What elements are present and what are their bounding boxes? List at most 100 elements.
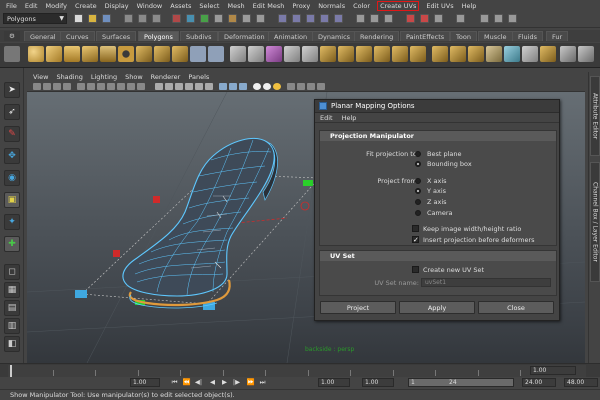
sidebar-toggle-icon[interactable] [480,14,489,23]
tool-settings-toggle-icon[interactable] [508,14,517,23]
smooth-shade-icon[interactable] [165,83,173,90]
shelf-options-icon[interactable] [4,46,20,62]
select-dynamics-icon[interactable] [242,14,251,23]
poly-cone-icon[interactable] [82,46,98,62]
shadows-icon[interactable] [239,83,247,90]
shelf-tab-fluids[interactable]: Fluids [512,31,543,41]
camera-select-icon[interactable] [33,83,41,90]
menu-create[interactable]: Create [75,2,97,10]
universal-manipulator-icon[interactable]: ✦ [4,214,20,230]
shelf-tab-subdivs[interactable]: Subdivs [180,31,218,41]
layout-four-icon[interactable]: ▦ [4,282,20,298]
move-tool-icon[interactable]: ✥ [4,148,20,164]
range-start-field[interactable]: 1.00 [318,378,350,387]
project-z-axis-radio[interactable] [415,199,421,205]
bridge-icon[interactable] [338,46,354,62]
ipr-render-icon[interactable] [420,14,429,23]
menu-display[interactable]: Display [105,2,129,10]
poly-torus-icon[interactable] [118,46,134,62]
select-curves-icon[interactable] [200,14,209,23]
open-scene-icon[interactable] [88,14,97,23]
go-to-end-icon[interactable]: ⏭ [258,378,267,387]
start-time-field[interactable]: 1.00 [130,378,160,387]
sculpt-geometry-icon[interactable] [560,46,576,62]
shelf-tab-toon[interactable]: Toon [450,31,477,41]
shelf-tab-rendering[interactable]: Rendering [354,31,400,41]
dialog-menu-help[interactable]: Help [342,114,357,122]
construction-history-icon[interactable] [384,14,393,23]
select-by-object-icon[interactable] [138,14,147,23]
combine-icon[interactable] [230,46,246,62]
snap-point-icon[interactable] [306,14,315,23]
shelf-tab-curves[interactable]: Curves [60,31,95,41]
offset-edge-loop-icon[interactable] [410,46,426,62]
apply-button[interactable]: Apply [399,301,475,314]
use-all-lights-icon[interactable] [229,83,237,90]
menu-edit-uvs[interactable]: Edit UVs [426,2,453,10]
current-time-marker[interactable] [10,365,12,377]
project-y-axis-radio[interactable] [415,188,421,194]
poly-helix-icon[interactable] [190,46,206,62]
shelf-tab-deformation[interactable]: Deformation [218,31,271,41]
viewport-menu-shading[interactable]: Shading [56,73,82,81]
project-camera-radio[interactable] [415,210,421,216]
append-polygon-icon[interactable] [356,46,372,62]
tab-attribute-editor[interactable]: Attribute Editor [590,76,600,156]
create-uv-set-checkbox[interactable] [412,266,419,273]
lasso-tool-icon[interactable]: ➶ [4,104,20,120]
poly-cube-icon[interactable] [46,46,62,62]
shelf-tab-animation[interactable]: Animation [268,31,314,41]
menu-set-dropdown[interactable]: Polygons ▼ [3,13,67,24]
shelf-tab-muscle[interactable]: Muscle [478,31,513,41]
menu-normals[interactable]: Normals [318,2,345,10]
viewport-menu-panels[interactable]: Panels [188,73,209,81]
textured-icon[interactable] [219,83,227,90]
select-joints-icon[interactable] [186,14,195,23]
menu-file[interactable]: File [6,2,17,10]
wedge-icon[interactable] [468,46,484,62]
xray-icon[interactable] [185,83,193,90]
fit-bounding-box-radio[interactable] [415,161,421,167]
shelf-tab-fur[interactable]: Fur [546,31,569,41]
wireframe-on-shaded-icon[interactable] [175,83,183,90]
scale-tool-icon[interactable]: ▣ [4,192,20,208]
anim-end-field[interactable]: 48.00 [564,378,598,387]
light-bulb-icon[interactable] [273,83,281,90]
manipulator-handle-green[interactable] [303,180,313,186]
manipulator-handle-corner[interactable] [75,290,87,298]
uv-texture-editor-icon[interactable] [522,46,538,62]
poly-prism-icon[interactable] [136,46,152,62]
snap-grid-icon[interactable] [278,14,287,23]
current-frame-field[interactable]: 1.00 [530,366,576,375]
new-scene-icon[interactable] [74,14,83,23]
fit-best-plane-radio[interactable] [415,151,421,157]
shelf-tab-dynamics[interactable]: Dynamics [312,31,357,41]
layout-hypershade-icon[interactable]: ◧ [4,336,20,352]
select-by-component-icon[interactable] [152,14,161,23]
safe-title-icon[interactable] [137,83,145,90]
manipulator-rotate-handle[interactable] [300,201,310,211]
film-gate-icon[interactable] [87,83,95,90]
viewport-menu-show[interactable]: Show [125,73,143,81]
play-forward-icon[interactable]: ▶ [220,378,229,387]
menu-create-uvs[interactable]: Create UVs [377,0,420,11]
menu-select[interactable]: Select [199,2,219,10]
shelf-tab-surfaces[interactable]: Surfaces [96,31,137,41]
menu-edit[interactable]: Edit [25,2,38,10]
boolean-union-icon[interactable] [284,46,300,62]
image-plane-icon[interactable] [63,83,71,90]
make-live-icon[interactable] [334,14,343,23]
poly-plane-icon[interactable] [100,46,116,62]
motion-blur-icon[interactable] [287,83,295,90]
poly-pyramid-icon[interactable] [154,46,170,62]
end-time-field[interactable]: 24.00 [522,378,556,387]
merge-vertices-icon[interactable] [432,46,448,62]
depth-of-field-icon[interactable] [307,83,315,90]
shelf-scroll-icon[interactable] [578,46,594,62]
step-back-icon[interactable]: ⏪ [182,378,191,387]
shelf-tab-polygons[interactable]: Polygons [138,31,179,41]
render-current-frame-icon[interactable] [406,14,415,23]
isolate-select-icon[interactable] [317,83,325,90]
step-back-key-icon[interactable]: ◀| [194,378,203,387]
select-by-hierarchy-icon[interactable] [124,14,133,23]
